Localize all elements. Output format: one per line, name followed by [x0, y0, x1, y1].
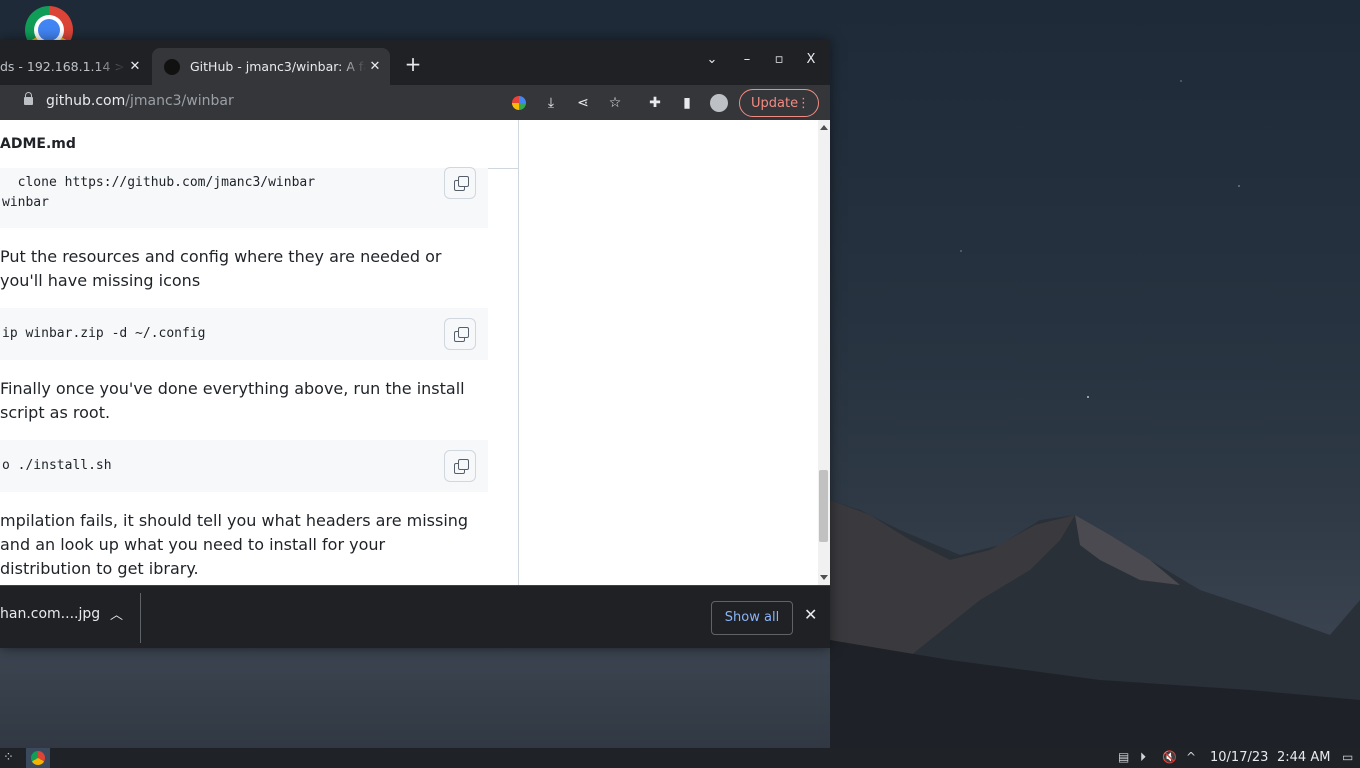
- maximize-button[interactable]: ▫: [767, 52, 791, 67]
- chevron-up-icon[interactable]: ︿: [110, 604, 123, 623]
- url-host: github.com: [46, 93, 126, 109]
- page-content: ADME.md clone https://github.com/jmanc3/…: [0, 120, 818, 585]
- update-button[interactable]: Update ⋮: [739, 89, 819, 117]
- star: [1238, 185, 1240, 187]
- url-field[interactable]: github.com/jmanc3/winbar: [46, 93, 234, 109]
- readme-header: ADME.md: [0, 120, 518, 169]
- share-icon[interactable]: ⋖: [573, 93, 593, 113]
- star: [960, 250, 962, 252]
- close-shelf-icon[interactable]: ✕: [804, 605, 817, 624]
- volume-muted-icon[interactable]: 🔇: [1162, 750, 1177, 764]
- code-block: o ./install.sh: [0, 440, 488, 492]
- paragraph: Finally once you've done everything abov…: [0, 379, 465, 422]
- vertical-scrollbar[interactable]: [818, 120, 830, 585]
- tray-date[interactable]: 10/17/23: [1210, 750, 1268, 765]
- install-app-icon[interactable]: ⤓: [541, 93, 561, 113]
- copy-button[interactable]: [444, 318, 476, 350]
- extensions-icon[interactable]: ✚: [645, 93, 665, 113]
- media-player-icon[interactable]: ⏵: [1140, 750, 1146, 765]
- paragraph: Put the resources and config where they …: [0, 247, 442, 290]
- app-launcher-icon[interactable]: ⁘: [3, 750, 19, 766]
- star: [1180, 80, 1182, 82]
- code-line: clone https://github.com/jmanc3/winbar: [2, 175, 316, 190]
- show-all-button[interactable]: Show all: [711, 601, 793, 635]
- chrome-icon: [31, 751, 45, 765]
- side-panel-icon[interactable]: ▮: [677, 93, 697, 113]
- tray-time[interactable]: 2:44 AM: [1277, 750, 1330, 765]
- url-path: /jmanc3/winbar: [125, 93, 234, 109]
- google-lens-icon[interactable]: [509, 93, 529, 113]
- copy-button[interactable]: [444, 167, 476, 199]
- star: [1087, 396, 1089, 398]
- update-label: Update: [751, 96, 799, 111]
- minimize-button[interactable]: –: [735, 52, 759, 67]
- tab-close-icon[interactable]: ✕: [366, 59, 384, 74]
- download-item[interactable]: han.com....jpg: [0, 606, 100, 622]
- tab-close-icon[interactable]: ✕: [126, 59, 144, 74]
- taskbar-chrome-button[interactable]: [26, 748, 50, 768]
- taskbar: ⁘ ▤ ⏵ 🔇 ^ 10/17/23 2:44 AM ▭: [0, 748, 1360, 768]
- tab-strip: ds - 192.168.1.14 > do ✕ GitHub - jmanc3…: [0, 40, 830, 85]
- code-block: ip winbar.zip -d ~/.config: [0, 308, 488, 360]
- scroll-down-arrow-icon[interactable]: [820, 575, 828, 580]
- code-line: ip winbar.zip -d ~/.config: [2, 326, 206, 341]
- menu-dots-icon: ⋮: [797, 96, 810, 111]
- download-shelf: han.com....jpg ︿ Show all ✕: [0, 585, 830, 648]
- new-tab-button[interactable]: +: [402, 54, 424, 76]
- paragraph: mpilation fails, it should tell you what…: [0, 511, 469, 578]
- code-block: clone https://github.com/jmanc3/winbar w…: [0, 168, 488, 228]
- tab-search-icon[interactable]: ⌄: [700, 52, 724, 67]
- close-window-button[interactable]: X: [799, 52, 823, 67]
- bookmark-star-icon[interactable]: ☆: [605, 93, 625, 113]
- sidebar-divider: [518, 120, 519, 585]
- tray-expand-chevron-icon[interactable]: ^: [1186, 750, 1196, 764]
- tab-inactive[interactable]: ds - 192.168.1.14 > do ✕: [0, 48, 150, 85]
- lock-icon[interactable]: [24, 92, 33, 105]
- code-line: o ./install.sh: [2, 458, 112, 473]
- scroll-up-arrow-icon[interactable]: [820, 125, 828, 130]
- tab-title: ds - 192.168.1.14 > do: [0, 59, 126, 74]
- code-line: winbar: [2, 195, 49, 210]
- copy-button[interactable]: [444, 450, 476, 482]
- tab-active[interactable]: GitHub - jmanc3/winbar: A fa ✕: [152, 48, 390, 85]
- browser-window: ds - 192.168.1.14 > do ✕ GitHub - jmanc3…: [0, 40, 830, 648]
- notifications-icon[interactable]: ▭: [1342, 750, 1353, 764]
- clipboard-icon[interactable]: ▤: [1118, 750, 1129, 764]
- address-bar: github.com/jmanc3/winbar ⤓ ⋖ ☆ ✚ ▮ Updat…: [0, 85, 830, 120]
- tab-title: GitHub - jmanc3/winbar: A fa: [190, 59, 366, 74]
- profile-avatar-icon[interactable]: [709, 93, 729, 113]
- scroll-thumb[interactable]: [819, 470, 828, 542]
- github-favicon-icon: [164, 58, 180, 75]
- divider: [140, 593, 141, 643]
